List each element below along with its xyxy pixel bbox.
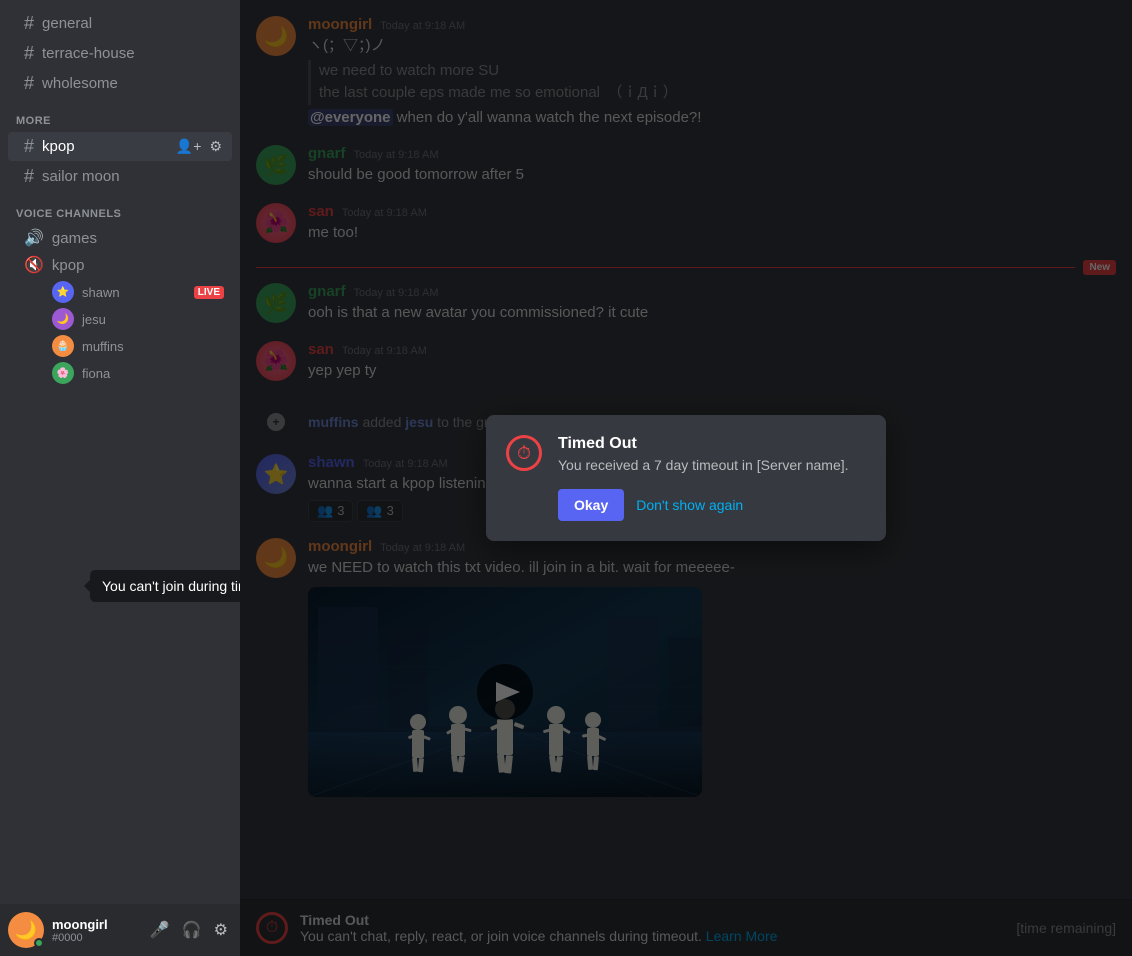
modal-desc: You received a 7 day timeout in [Server … [558, 457, 866, 473]
voice-username-jesu: jesu [82, 312, 106, 327]
voice-username-shawn: shawn [82, 285, 120, 300]
channel-name-wholesome: wholesome [42, 75, 224, 92]
modal-clock-icon: ⏱ [506, 435, 542, 471]
sidebar-item-sailor-moon[interactable]: # sailor moon [8, 162, 232, 191]
sidebar-item-terrace-house[interactable]: # terrace-house [8, 39, 232, 68]
okay-button[interactable]: Okay [558, 489, 624, 521]
voice-section-header: VOICE CHANNELS [0, 192, 240, 224]
channel-name-sailor-moon: sailor moon [42, 168, 224, 185]
add-member-button[interactable]: 👤+ [174, 136, 204, 157]
voice-channel-name-kpop: kpop [52, 257, 85, 274]
hash-icon: # [24, 43, 34, 64]
voice-user-jesu[interactable]: 🌙 jesu [8, 306, 232, 332]
voice-username-fiona: fiona [82, 366, 110, 381]
sidebar-item-general[interactable]: # general [8, 9, 232, 38]
dont-show-again-button[interactable]: Don't show again [636, 497, 743, 513]
voice-user-muffins[interactable]: 🧁 muffins [8, 333, 232, 359]
sidebar-item-kpop[interactable]: # kpop 👤+ ⚙ [8, 132, 232, 161]
hash-icon: # [24, 136, 34, 157]
voice-channel-kpop[interactable]: 🔇 kpop [8, 252, 232, 278]
avatar-jesu: 🌙 [52, 308, 74, 330]
user-name: moongirl [52, 917, 138, 932]
avatar-shawn: ⭐ [52, 281, 74, 303]
voice-channel-games[interactable]: 🔊 games [8, 225, 232, 251]
channel-name-kpop: kpop [42, 138, 174, 155]
channel-action-icons: 👤+ ⚙ [174, 136, 224, 157]
user-controls: 🎤 🎧 ⚙ [146, 916, 232, 944]
modal-actions: Okay Don't show again [558, 489, 866, 521]
modal-body: Timed Out You received a 7 day timeout i… [558, 435, 866, 521]
channel-name-general: general [42, 15, 224, 32]
sidebar: # general # terrace-house # wholesome MO… [0, 0, 240, 956]
user-avatar-container: 🌙 [8, 912, 44, 948]
settings-button[interactable]: ⚙ [207, 136, 224, 157]
timed-out-modal: ⏱ Timed Out You received a 7 day timeout… [486, 415, 886, 541]
speaker-icon: 🔊 [24, 228, 44, 248]
user-discriminator: #0000 [52, 932, 138, 944]
user-info: moongirl #0000 [52, 917, 138, 944]
main-content: 🌙 moongirl Today at 9:18 AM ヽ(；▽；)ノ we n… [240, 0, 1132, 956]
voice-user-fiona[interactable]: 🌸 fiona [8, 360, 232, 386]
settings-button[interactable]: ⚙ [210, 916, 232, 944]
deafen-button[interactable]: 🎧 [178, 916, 206, 944]
hash-icon: # [24, 73, 34, 94]
user-panel: 🌙 moongirl #0000 🎤 🎧 ⚙ [0, 904, 240, 956]
speaker-muted-icon: 🔇 [24, 255, 44, 275]
voice-channel-name-games: games [52, 230, 97, 247]
status-dot [34, 938, 44, 948]
hash-icon: # [24, 166, 34, 187]
more-section-header: MORE [0, 99, 240, 131]
modal-title: Timed Out [558, 435, 866, 453]
timeout-tooltip: You can't join during timeout. [90, 570, 240, 602]
hash-icon: # [24, 13, 34, 34]
voice-user-shawn[interactable]: ⭐ shawn LIVE [8, 279, 232, 305]
mute-button[interactable]: 🎤 [146, 916, 174, 944]
sidebar-item-wholesome[interactable]: # wholesome [8, 69, 232, 98]
live-badge: LIVE [194, 286, 224, 299]
avatar-fiona: 🌸 [52, 362, 74, 384]
modal-overlay: ⏱ Timed Out You received a 7 day timeout… [240, 0, 1132, 956]
avatar-muffins: 🧁 [52, 335, 74, 357]
channel-name-terrace-house: terrace-house [42, 45, 224, 62]
voice-username-muffins: muffins [82, 339, 124, 354]
channel-list: # general # terrace-house # wholesome MO… [0, 0, 240, 904]
